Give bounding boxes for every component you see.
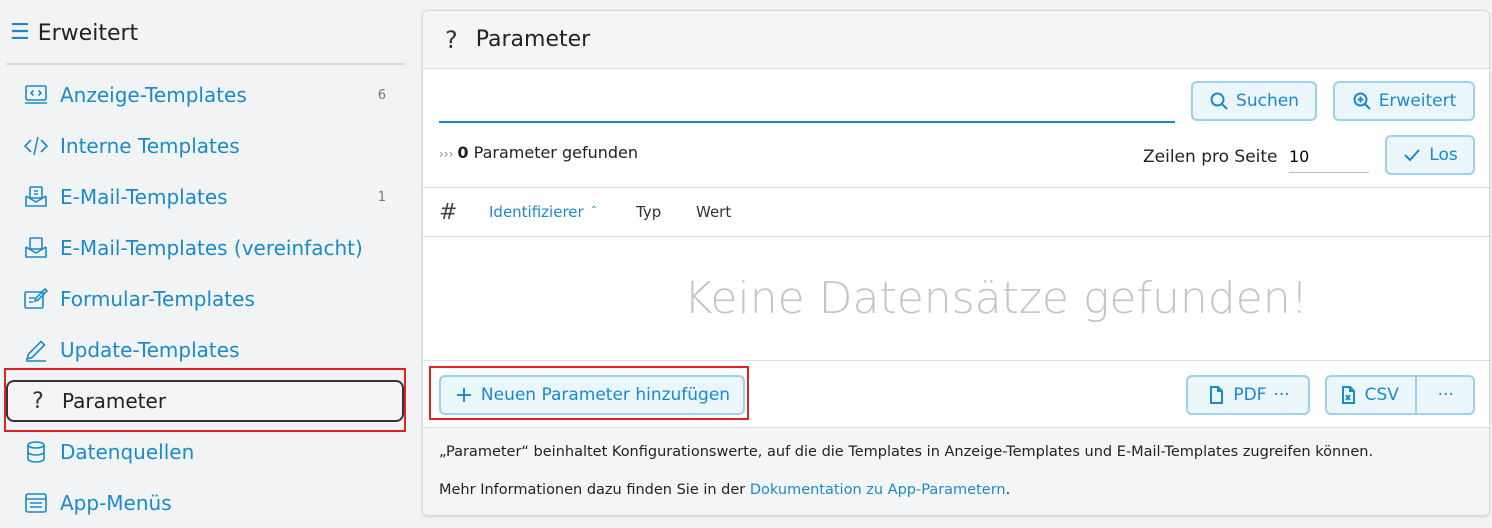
table-header: # Identifizierer ⌃ Typ Wert: [423, 187, 1489, 237]
pencil-icon: [22, 336, 50, 364]
footer-info: Mehr Informationen dazu finden Sie in de…: [439, 482, 1010, 498]
chevrons-icon: ›››: [439, 147, 454, 161]
question-icon: ?: [445, 25, 458, 54]
code-icon: [22, 132, 50, 160]
rows-per-page-input[interactable]: [1289, 141, 1369, 173]
panel-footer: „Parameter“ beinhaltet Konfigurationswer…: [423, 427, 1489, 515]
panel-header: ? Parameter: [423, 11, 1489, 69]
form-edit-icon: [22, 285, 50, 313]
add-button-label: Neuen Parameter hinzufügen: [480, 385, 731, 405]
mail-inbox-icon: [22, 183, 50, 211]
pdf-export-button[interactable]: PDF ···: [1186, 375, 1310, 415]
go-button[interactable]: Los: [1385, 135, 1475, 175]
question-icon: ?: [32, 388, 44, 414]
found-text: Parameter gefunden: [473, 143, 639, 162]
column-header-hash: #: [439, 199, 458, 225]
search-button[interactable]: Suchen: [1191, 81, 1317, 121]
results-count: ››› 0 Parameter gefunden: [439, 143, 638, 162]
rows-per-page-label: Zeilen pro Seite: [1143, 147, 1278, 167]
sidebar-item-label: E-Mail-Templates (vereinfacht): [60, 236, 363, 260]
go-button-label: Los: [1429, 145, 1458, 165]
sidebar-item-email-templates[interactable]: E-Mail-Templates 1: [6, 176, 404, 218]
column-header-identifier[interactable]: Identifizierer ⌃: [489, 203, 598, 221]
footer-description: „Parameter“ beinhaltet Konfigurationswer…: [439, 444, 1374, 460]
sidebar-item-label: Datenquellen: [60, 440, 195, 464]
sidebar-item-label: Interne Templates: [60, 134, 240, 158]
excel-file-icon: [1341, 386, 1355, 404]
footer-info-suffix: .: [1005, 482, 1011, 498]
sidebar: ☰ Erweitert Anzeige-Templates 6 Interne …: [0, 0, 410, 528]
sidebar-item-label: Parameter: [62, 389, 167, 413]
sidebar-divider: [6, 63, 405, 65]
sidebar-header[interactable]: ☰ Erweitert: [10, 18, 138, 48]
sidebar-item-app-menues[interactable]: App-Menüs: [6, 482, 404, 524]
csv-export-button[interactable]: CSV: [1327, 385, 1410, 405]
sidebar-item-label: E-Mail-Templates: [60, 185, 228, 209]
search-button-label: Suchen: [1236, 91, 1299, 111]
sidebar-title: Erweitert: [37, 20, 139, 46]
advanced-search-button[interactable]: Erweitert: [1333, 81, 1475, 121]
more-dots-icon: ···: [1273, 385, 1290, 405]
more-options-button[interactable]: ···: [1419, 385, 1473, 405]
found-count: 0: [457, 143, 469, 162]
zoom-in-icon: [1353, 92, 1371, 110]
column-header-label: Identifizierer: [489, 203, 584, 221]
documentation-link[interactable]: Dokumentation zu App-Parametern: [750, 482, 1006, 498]
display-code-icon: [22, 81, 50, 109]
sidebar-item-update-templates[interactable]: Update-Templates: [6, 329, 404, 371]
count-badge: 1: [377, 189, 386, 205]
empty-state-message: Keine Datensätze gefunden!: [423, 237, 1489, 361]
page-title: Parameter: [475, 27, 591, 52]
pdf-button-label: PDF: [1233, 385, 1267, 405]
sidebar-item-email-templates-vereinfacht[interactable]: E-Mail-Templates (vereinfacht): [6, 227, 404, 269]
hamburger-icon[interactable]: ☰: [10, 22, 30, 44]
count-badge: 6: [377, 87, 386, 103]
sidebar-item-interne-templates[interactable]: Interne Templates: [6, 125, 404, 167]
column-header-value[interactable]: Wert: [696, 203, 731, 221]
sidebar-item-parameter[interactable]: ? Parameter: [6, 380, 404, 422]
database-icon: [22, 438, 50, 466]
csv-export-group: CSV ···: [1325, 375, 1475, 415]
search-icon: [1210, 92, 1228, 110]
advanced-button-label: Erweitert: [1378, 91, 1457, 111]
menu-list-icon: [22, 489, 50, 517]
sort-ascending-icon: ⌃: [589, 205, 599, 216]
pdf-file-icon: [1210, 386, 1224, 404]
csv-button-label: CSV: [1364, 385, 1399, 405]
add-parameter-button[interactable]: Neuen Parameter hinzufügen: [439, 375, 745, 415]
button-separator: [1415, 377, 1417, 413]
plus-icon: [456, 388, 471, 402]
sidebar-item-label: Formular-Templates: [60, 287, 255, 311]
sidebar-item-label: App-Menüs: [60, 491, 172, 515]
column-header-type[interactable]: Typ: [636, 203, 661, 221]
parameter-panel: ? Parameter Suchen Erweitert ››› 0 Parame…: [422, 10, 1490, 516]
sidebar-item-anzeige-templates[interactable]: Anzeige-Templates 6: [6, 74, 404, 116]
footer-info-text: Mehr Informationen dazu finden Sie in de…: [439, 482, 746, 498]
sidebar-item-datenquellen[interactable]: Datenquellen: [6, 431, 404, 473]
sidebar-item-label: Anzeige-Templates: [60, 83, 247, 107]
check-icon: [1404, 149, 1421, 162]
sidebar-item-label: Update-Templates: [60, 338, 240, 362]
sidebar-item-formular-templates[interactable]: Formular-Templates: [6, 278, 404, 320]
mail-simple-icon: [22, 234, 50, 262]
search-input[interactable]: [439, 93, 1175, 123]
